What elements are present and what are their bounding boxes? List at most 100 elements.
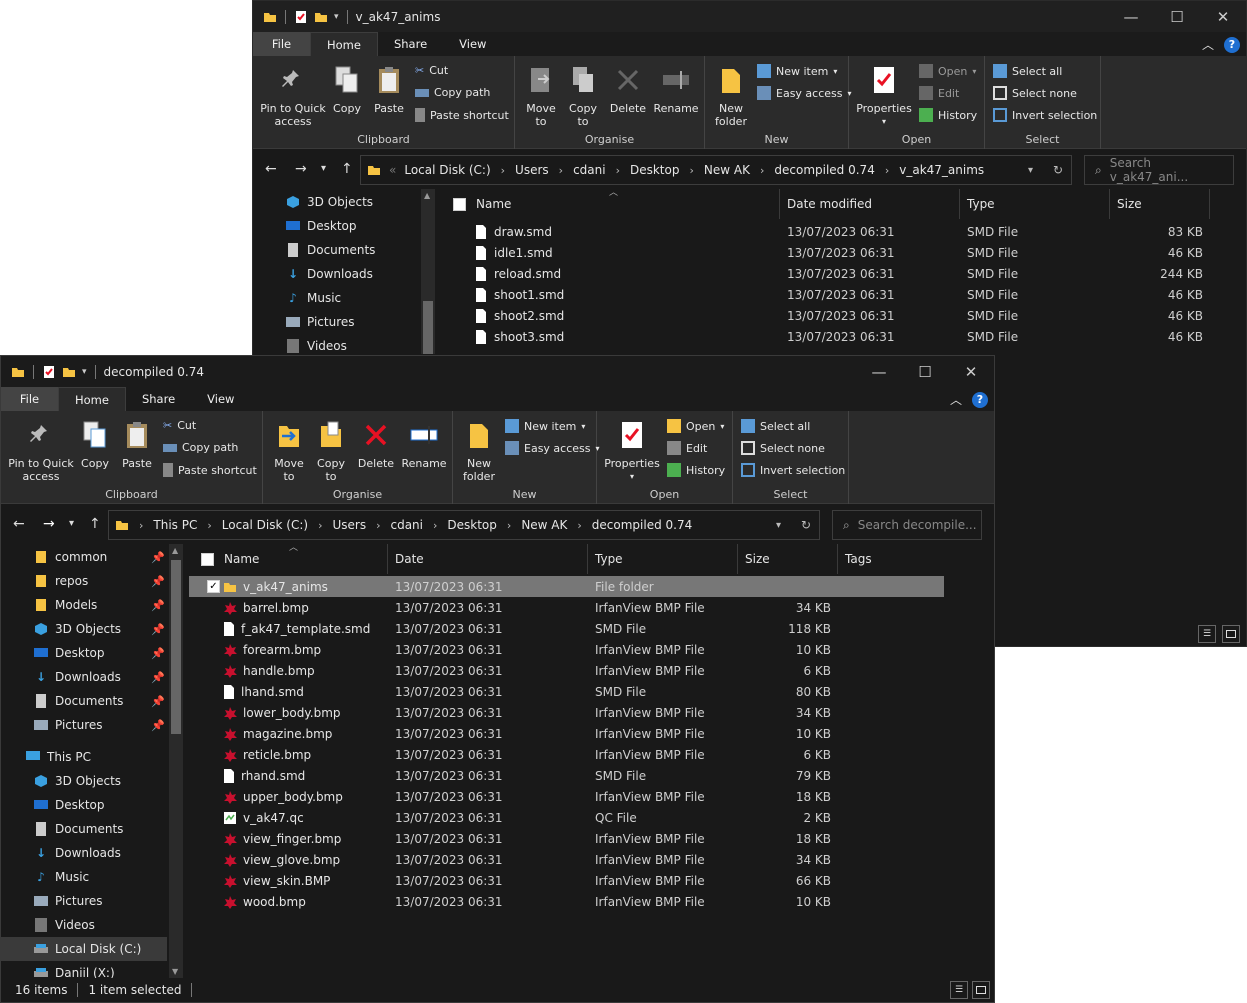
address-bar[interactable]: « Local Disk (C:) › Users › cdani › Desktop… bbox=[360, 155, 1072, 185]
nav-this-pc[interactable]: This PC bbox=[1, 745, 187, 769]
recent-chevron-icon[interactable]: ▾ bbox=[321, 163, 326, 174]
nav-local-disk-c[interactable]: Local Disk (C:) bbox=[1, 937, 167, 961]
breadcrumb-cdani[interactable]: cdani bbox=[573, 163, 606, 177]
nav-scrollbar[interactable]: ▲ bbox=[421, 189, 435, 354]
nav-quick-desktop[interactable]: Desktop 📌 bbox=[1, 641, 187, 665]
column-type[interactable]: Type bbox=[588, 544, 738, 574]
tab-share[interactable]: Share bbox=[378, 32, 443, 56]
column-name[interactable]: Name ︿ bbox=[439, 188, 780, 219]
breadcrumb-users[interactable]: Users bbox=[515, 163, 549, 177]
scroll-down-icon[interactable]: ▼ bbox=[172, 967, 178, 976]
edit-button[interactable]: Edit bbox=[919, 86, 959, 100]
breadcrumb-local-disk[interactable]: Local Disk (C:) bbox=[404, 163, 490, 177]
refresh-icon[interactable]: ↻ bbox=[1053, 163, 1063, 177]
breadcrumb-cdani[interactable]: cdani bbox=[390, 518, 423, 532]
tab-view[interactable]: View bbox=[191, 387, 250, 411]
history-button[interactable]: History bbox=[919, 108, 977, 122]
chevron-right-icon[interactable]: › bbox=[577, 519, 581, 532]
chevron-right-icon[interactable]: › bbox=[689, 164, 693, 177]
breadcrumb-desktop[interactable]: Desktop bbox=[447, 518, 497, 532]
select-all-checkbox[interactable] bbox=[453, 197, 466, 211]
new-folder-button[interactable]: New folder bbox=[459, 417, 499, 483]
easy-access-button[interactable]: Easy access ▾ bbox=[757, 86, 852, 100]
nav-music[interactable]: ♪ Music bbox=[253, 286, 437, 310]
easy-access-button[interactable]: Easy access ▾ bbox=[505, 441, 600, 455]
chevron-right-icon[interactable]: › bbox=[885, 164, 889, 177]
up-arrow-icon[interactable]: ↑ bbox=[89, 516, 101, 532]
nav-quick-downloads[interactable]: ↓ Downloads 📌 bbox=[1, 665, 187, 689]
move-to-button[interactable]: Move to bbox=[269, 417, 309, 483]
paste-shortcut-button[interactable]: Paste shortcut bbox=[163, 463, 257, 477]
nav-music[interactable]: ♪ Music bbox=[1, 865, 167, 889]
delete-button[interactable]: Delete bbox=[607, 62, 649, 115]
column-type[interactable]: Type bbox=[960, 189, 1110, 219]
tab-file[interactable]: File bbox=[253, 32, 310, 56]
minimize-button[interactable]: — bbox=[856, 356, 902, 387]
forward-arrow-icon[interactable]: → bbox=[43, 516, 55, 532]
nav-quick-pictures[interactable]: Pictures 📌 bbox=[1, 713, 187, 737]
pin-quick-access-button[interactable]: Pin to Quick access bbox=[7, 417, 75, 483]
file-row[interactable]: rhand.smd 13/07/2023 06:31 SMD File 79 KB bbox=[189, 765, 944, 786]
file-row[interactable]: shoot3.smd 13/07/2023 06:31 SMD File 46 KB bbox=[439, 326, 1246, 347]
nav-daniil-x[interactable]: Daniil (X:) bbox=[1, 961, 167, 978]
forward-arrow-icon[interactable]: → bbox=[295, 161, 307, 177]
nav-3d-objects[interactable]: 3D Objects bbox=[253, 190, 437, 214]
minimize-button[interactable]: — bbox=[1108, 1, 1154, 32]
cut-button[interactable]: ✂ Cut bbox=[415, 64, 448, 77]
nav-quick-common[interactable]: common 📌 bbox=[1, 545, 187, 569]
tab-home[interactable]: Home bbox=[58, 387, 126, 411]
paste-shortcut-button[interactable]: Paste shortcut bbox=[415, 108, 509, 122]
column-date[interactable]: Date bbox=[388, 544, 588, 574]
select-all-button[interactable]: Select all bbox=[993, 64, 1062, 78]
nav-quick-documents[interactable]: Documents 📌 bbox=[1, 689, 187, 713]
file-row[interactable]: shoot2.smd 13/07/2023 06:31 SMD File 46 KB bbox=[439, 305, 1246, 326]
select-none-button[interactable]: Select none bbox=[993, 86, 1077, 100]
properties-qat-icon[interactable] bbox=[294, 10, 308, 24]
nav-documents[interactable]: Documents bbox=[253, 238, 437, 262]
file-row[interactable]: shoot1.smd 13/07/2023 06:31 SMD File 46 KB bbox=[439, 284, 1246, 305]
maximize-button[interactable]: ☐ bbox=[902, 356, 948, 387]
nav-downloads[interactable]: ↓ Downloads bbox=[253, 262, 437, 286]
file-row[interactable]: view_finger.bmp 13/07/2023 06:31 IrfanView… bbox=[189, 828, 944, 849]
invert-selection-button[interactable]: Invert selection bbox=[993, 108, 1097, 122]
file-row[interactable]: forearm.bmp 13/07/2023 06:31 IrfanView BMP… bbox=[189, 639, 944, 660]
back-arrow-icon[interactable]: ← bbox=[265, 161, 277, 177]
nav-quick-models[interactable]: Models 📌 bbox=[1, 593, 187, 617]
chevron-right-icon[interactable]: › bbox=[501, 164, 505, 177]
pin-quick-access-button[interactable]: Pin to Quick access bbox=[259, 62, 327, 128]
close-button[interactable]: ✕ bbox=[1200, 1, 1246, 32]
breadcrumb-decompiled[interactable]: decompiled 0.74 bbox=[592, 518, 692, 532]
file-row[interactable]: wood.bmp 13/07/2023 06:31 IrfanView BMP Fi… bbox=[189, 891, 944, 912]
copy-button[interactable]: Copy bbox=[77, 417, 113, 470]
file-row[interactable]: upper_body.bmp 13/07/2023 06:31 IrfanView … bbox=[189, 786, 944, 807]
new-folder-qat-icon[interactable] bbox=[314, 10, 328, 24]
delete-button[interactable]: Delete bbox=[355, 417, 397, 470]
properties-button[interactable]: Properties ▾ bbox=[601, 417, 663, 483]
large-icons-view-button[interactable] bbox=[1222, 625, 1240, 643]
new-item-button[interactable]: New item ▾ bbox=[757, 64, 837, 78]
column-name[interactable]: Name ︿ bbox=[189, 543, 388, 574]
tab-file[interactable]: File bbox=[1, 387, 58, 411]
select-all-checkbox[interactable] bbox=[201, 552, 214, 566]
recent-chevron-icon[interactable]: ▾ bbox=[69, 518, 74, 529]
history-button[interactable]: History bbox=[667, 463, 725, 477]
collapse-ribbon-icon[interactable]: ︿ bbox=[1202, 36, 1214, 53]
chevron-right-icon[interactable]: › bbox=[507, 519, 511, 532]
file-row[interactable]: f_ak47_template.smd 13/07/2023 06:31 SMD F… bbox=[189, 618, 944, 639]
nav-pictures[interactable]: Pictures bbox=[253, 310, 437, 334]
chevron-right-icon[interactable]: › bbox=[616, 164, 620, 177]
file-row[interactable]: reticle.bmp 13/07/2023 06:31 IrfanView BMP… bbox=[189, 744, 944, 765]
copy-to-button[interactable]: Copy to bbox=[563, 62, 603, 128]
file-row[interactable]: barrel.bmp 13/07/2023 06:31 IrfanView BMP … bbox=[189, 597, 944, 618]
nav-desktop[interactable]: Desktop bbox=[1, 793, 167, 817]
row-checkbox[interactable]: ✓ bbox=[207, 580, 220, 593]
new-item-button[interactable]: New item ▾ bbox=[505, 419, 585, 433]
file-row[interactable]: view_skin.BMP 13/07/2023 06:31 IrfanView B… bbox=[189, 870, 944, 891]
up-arrow-icon[interactable]: ↑ bbox=[341, 161, 353, 177]
chevron-right-icon[interactable]: › bbox=[207, 519, 211, 532]
help-icon[interactable]: ? bbox=[972, 391, 988, 408]
chevron-right-icon[interactable]: › bbox=[376, 519, 380, 532]
tab-share[interactable]: Share bbox=[126, 387, 191, 411]
nav-3d-objects[interactable]: 3D Objects bbox=[1, 769, 167, 793]
tab-view[interactable]: View bbox=[443, 32, 502, 56]
